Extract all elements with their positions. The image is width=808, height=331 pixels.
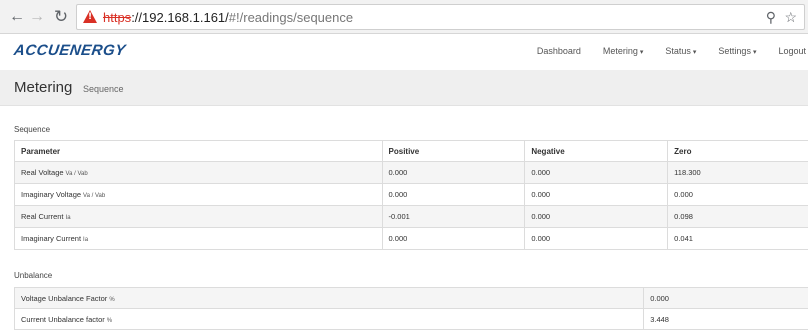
zero-cell: 0.000 — [667, 183, 808, 206]
parameter-cell: Imaginary Current Ia — [14, 227, 383, 250]
nav-status-label: Status — [665, 46, 691, 56]
column-header: Positive — [381, 140, 526, 162]
nav-settings[interactable]: Settings ▾ — [718, 46, 756, 56]
url-host: ://192.168.1.161/ — [131, 10, 229, 25]
parameter-unit: % — [109, 296, 115, 303]
caret-down-icon: ▾ — [752, 49, 757, 56]
sequence-table: Parameter Positive Negative Zero Real Vo… — [14, 140, 808, 250]
forward-arrow-icon[interactable]: → — [28, 8, 46, 26]
nav-logout-label: Logout — [778, 46, 806, 56]
table-row: Current Unbalance factor% 3.448 — [13, 308, 808, 330]
page-subtitle: Sequence — [83, 84, 124, 94]
parameter-name: Real Current — [21, 212, 64, 221]
parameter-unit: % — [106, 317, 113, 324]
table-row: Imaginary Current Ia 0.000 0.000 0.041 — [14, 227, 808, 250]
nav-settings-label: Settings — [718, 46, 751, 56]
column-header: Parameter — [14, 140, 383, 162]
column-header: Negative — [524, 140, 669, 162]
nav-status[interactable]: Status ▾ — [665, 46, 696, 56]
parameter-name: Voltage Unbalance Factor — [21, 293, 108, 303]
url-scheme: https — [103, 10, 132, 25]
table-row: Real Voltage Va / Vab 0.000 0.000 118.300 — [14, 161, 808, 184]
browser-toolbar: ← → ↻ https://192.168.1.161/#!/readings/… — [0, 0, 808, 34]
zero-cell: 118.300 — [667, 161, 808, 184]
parameter-cell: Current Unbalance factor% — [13, 308, 645, 330]
negative-cell: 0.000 — [524, 205, 669, 228]
url-path: #!/readings/sequence — [228, 10, 354, 25]
app-navbar: ACCUENERGY Dashboard Metering ▾ Status ▾ S… — [0, 35, 808, 69]
back-arrow-icon[interactable]: ← — [8, 8, 26, 26]
nav-dashboard-label: Dashboard — [536, 46, 581, 56]
negative-cell: 0.000 — [524, 227, 669, 250]
star-icon[interactable]: ☆ — [784, 9, 797, 26]
parameter-unit: Ia — [83, 237, 89, 243]
nav-links: Dashboard Metering ▾ Status ▾ Settings ▾ Lo… — [515, 46, 808, 56]
zoom-icon[interactable]: ⚲ — [766, 9, 776, 26]
url-text[interactable]: https://192.168.1.161/#!/readings/sequen… — [103, 10, 353, 25]
table-row: Real Current Ia -0.001 0.000 0.098 — [14, 205, 808, 228]
unbalance-section-label: Unbalance — [14, 271, 53, 280]
caret-down-icon: ▾ — [639, 49, 644, 56]
warning-icon[interactable] — [83, 10, 97, 23]
parameter-name: Imaginary Voltage — [21, 190, 82, 199]
value-cell: 3.448 — [643, 308, 808, 330]
nav-logout[interactable]: Logout — [778, 46, 806, 56]
parameter-unit: Va / Vab — [83, 193, 106, 199]
unbalance-table: Voltage Unbalance Factor% 0.000 Current … — [13, 287, 808, 330]
page-title: Metering — [14, 79, 73, 96]
column-header: Zero — [667, 140, 808, 162]
negative-cell: 0.000 — [524, 161, 669, 184]
zero-cell: 0.098 — [667, 205, 808, 228]
nav-dashboard[interactable]: Dashboard — [537, 46, 581, 56]
brand-logo[interactable]: ACCUENERGY — [13, 42, 127, 59]
parameter-name: Real Voltage — [21, 168, 64, 177]
parameter-cell: Real Voltage Va / Vab — [14, 161, 383, 184]
parameter-name: Current Unbalance factor — [21, 314, 105, 324]
page-header: Metering Sequence — [0, 70, 808, 106]
sequence-section-label: Sequence — [14, 125, 51, 134]
positive-cell: -0.001 — [381, 205, 526, 228]
value-cell: 0.000 — [643, 287, 808, 309]
parameter-name: Imaginary Current — [21, 234, 82, 243]
parameter-cell: Real Current Ia — [14, 205, 383, 228]
zero-cell: 0.041 — [667, 227, 808, 250]
reload-icon[interactable]: ↻ — [52, 8, 70, 26]
positive-cell: 0.000 — [381, 227, 526, 250]
parameter-cell: Voltage Unbalance Factor% — [13, 287, 645, 309]
nav-metering[interactable]: Metering ▾ — [603, 46, 644, 56]
address-bar[interactable]: https://192.168.1.161/#!/readings/sequen… — [76, 4, 805, 30]
parameter-cell: Imaginary Voltage Va / Vab — [14, 183, 383, 206]
positive-cell: 0.000 — [381, 161, 526, 184]
negative-cell: 0.000 — [524, 183, 669, 206]
caret-down-icon: ▾ — [692, 49, 697, 56]
parameter-unit: Ia — [65, 215, 71, 221]
nav-metering-label: Metering — [602, 46, 638, 56]
parameter-unit: Va / Vab — [65, 171, 88, 177]
positive-cell: 0.000 — [381, 183, 526, 206]
table-row: Voltage Unbalance Factor% 0.000 — [13, 287, 808, 309]
table-row: Imaginary Voltage Va / Vab 0.000 0.000 0.… — [14, 183, 808, 206]
